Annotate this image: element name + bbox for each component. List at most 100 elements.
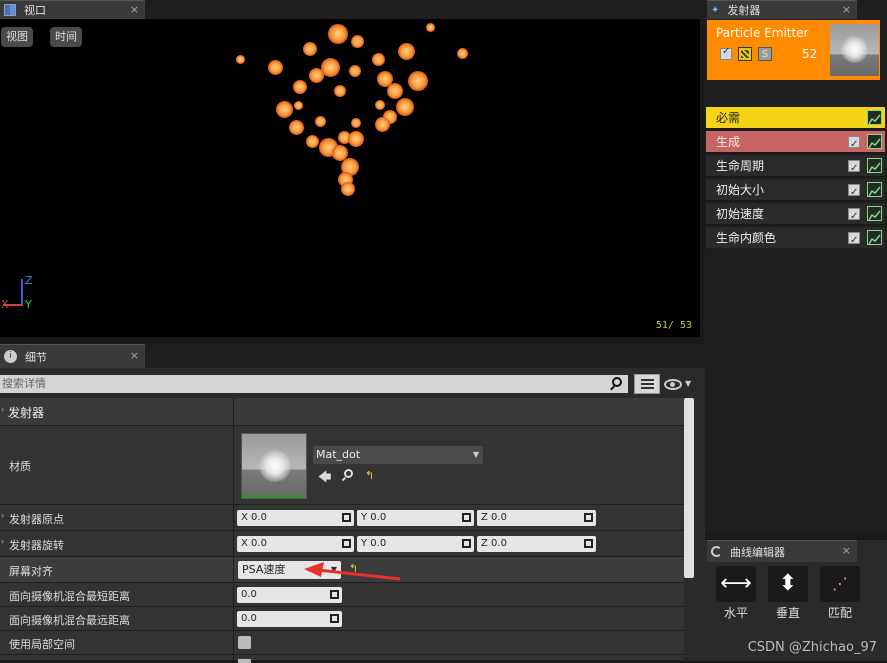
material-value: Mat_dot [316, 448, 361, 461]
particle-glow [349, 65, 361, 77]
chevron-right-icon: › [1, 537, 5, 546]
annotation-arrow [304, 562, 401, 581]
close-icon[interactable]: × [842, 544, 851, 557]
particle-glow [408, 71, 428, 91]
curve-graph-icon[interactable] [867, 230, 882, 245]
curve-graph-icon[interactable] [867, 110, 882, 125]
module-label: 生命内颜色 [716, 231, 777, 245]
module-label: 初始速度 [716, 207, 765, 221]
viewport-icon [4, 4, 16, 16]
curve-graph-icon[interactable] [867, 134, 882, 149]
origin-x-field[interactable]: X 0.0 [237, 510, 354, 526]
chevron-right-icon: › [1, 511, 5, 520]
next-checkbox[interactable] [238, 659, 251, 663]
module-row[interactable]: 必需 [706, 107, 885, 129]
origin-row: › 发射器原点 X 0.0 Y 0.0 Z 0.0 [0, 505, 684, 531]
rotation-label: 发射器旋转 [9, 539, 64, 552]
rotation-x-field[interactable]: X 0.0 [237, 536, 354, 552]
view-menu-button[interactable]: 视图 [1, 27, 33, 47]
max-dist-label: 面向摄像机混合最远距离 [9, 614, 130, 627]
module-row[interactable]: 生成 [706, 131, 885, 156]
curve-icon [711, 546, 722, 557]
curve-graph-icon[interactable] [867, 158, 882, 173]
material-row: 材质 Mat_dot ▼ 🡄 ↰ [0, 426, 684, 505]
fit-all-button[interactable]: ⋰ [820, 566, 860, 602]
local-space-checkbox[interactable] [238, 636, 251, 649]
close-icon[interactable]: × [130, 3, 139, 16]
search-input[interactable]: 搜索详情 [0, 375, 628, 393]
chevron-down-icon[interactable]: ▼ [685, 379, 691, 388]
screen-align-label: 屏幕对齐 [9, 565, 53, 578]
module-label: 生成 [716, 135, 741, 149]
horizontal-arrows-icon: ⟷ [720, 571, 752, 596]
module-enable-checkbox[interactable] [848, 206, 860, 228]
tab-details[interactable]: i 细节 × [0, 344, 145, 368]
module-row[interactable]: 生命周期 [706, 155, 885, 180]
solo-icon[interactable] [738, 47, 752, 61]
module-row[interactable]: 初始大小 [706, 179, 885, 204]
fit-vertical-button[interactable]: ⬍ [768, 566, 808, 602]
particle-glow [374, 116, 390, 132]
viewport-canvas[interactable]: 视图 时间 Z X Y 51/ 53 [0, 19, 700, 337]
origin-y-field[interactable]: Y 0.0 [357, 510, 474, 526]
section-header[interactable]: › 发射器 [0, 398, 684, 426]
search-icon[interactable] [610, 377, 624, 391]
tab-details-label: 细节 [25, 350, 47, 364]
reset-icon[interactable]: ↰ [365, 469, 374, 482]
origin-x-value: X 0.0 [241, 512, 267, 523]
module-label: 必需 [716, 111, 741, 125]
module-enable-checkbox[interactable] [848, 158, 860, 180]
origin-z-field[interactable]: Z 0.0 [477, 510, 596, 526]
tab-emitters[interactable]: ✦ 发射器 × [707, 0, 857, 19]
time-menu-button[interactable]: 时间 [50, 27, 82, 47]
use-selected-arrow-icon[interactable]: 🡄 [318, 468, 331, 490]
module-enable-checkbox[interactable] [848, 182, 860, 204]
module-row[interactable]: 初始速度 [706, 203, 885, 228]
section-title: 发射器 [8, 406, 45, 420]
min-dist-field[interactable]: 0.0 [237, 587, 342, 603]
close-icon[interactable]: × [842, 3, 851, 16]
material-thumbnail[interactable] [241, 433, 307, 499]
particle-glow [397, 42, 415, 60]
module-row[interactable]: 生命内颜色 [706, 227, 885, 252]
browse-search-icon[interactable] [341, 469, 354, 482]
eye-icon[interactable] [664, 379, 682, 390]
max-dist-field[interactable]: 0.0 [237, 611, 342, 627]
particle-glow [235, 54, 245, 64]
s-badge-icon[interactable]: S [758, 47, 772, 61]
tab-curve-editor-label: 曲线编辑器 [730, 545, 785, 559]
curve-btn-label-0: 水平 [724, 606, 749, 620]
particle-count-readout: 51/ 53 [655, 320, 692, 331]
module-enable-checkbox[interactable] [848, 134, 860, 156]
viewport-tabbar: 视口 × [0, 0, 705, 19]
rotation-y-field[interactable]: Y 0.0 [357, 536, 474, 552]
particle-glow [328, 24, 348, 44]
column-divider [233, 398, 234, 661]
tab-curve-editor[interactable]: 曲线编辑器 × [707, 540, 857, 562]
watermark: CSDN @Zhichao_97 [747, 640, 877, 655]
particle-glow [288, 119, 304, 135]
emitter-enable-checkbox[interactable] [720, 46, 732, 60]
particle-glow [334, 85, 346, 97]
rotation-z-field[interactable]: Z 0.0 [477, 536, 596, 552]
particle-glow [425, 22, 435, 32]
material-dropdown[interactable]: Mat_dot ▼ [313, 446, 483, 464]
details-scrollbar[interactable] [684, 398, 694, 578]
curve-btn-label-2: 匹配 [828, 606, 853, 620]
chevron-down-icon: ▼ [472, 450, 479, 459]
tab-viewport[interactable]: 视口 × [0, 0, 145, 19]
fit-horizontal-button[interactable]: ⟷ [716, 566, 756, 602]
local-space-label: 使用局部空间 [9, 638, 75, 651]
next-row [0, 655, 684, 663]
emitter-thumbnail [830, 24, 879, 76]
particle-glow [375, 100, 385, 110]
curve-graph-icon[interactable] [867, 182, 882, 197]
details-tabbar: i 细节 × [0, 344, 705, 368]
grid-view-icon[interactable] [634, 374, 660, 394]
emitter-card[interactable]: Particle Emitter S 52 [707, 20, 880, 80]
emitter-icon: ✦ [711, 4, 720, 16]
curve-graph-icon[interactable] [867, 206, 882, 221]
close-icon[interactable]: × [130, 349, 139, 362]
emitters-panel [705, 0, 887, 534]
module-enable-checkbox[interactable] [848, 230, 860, 252]
